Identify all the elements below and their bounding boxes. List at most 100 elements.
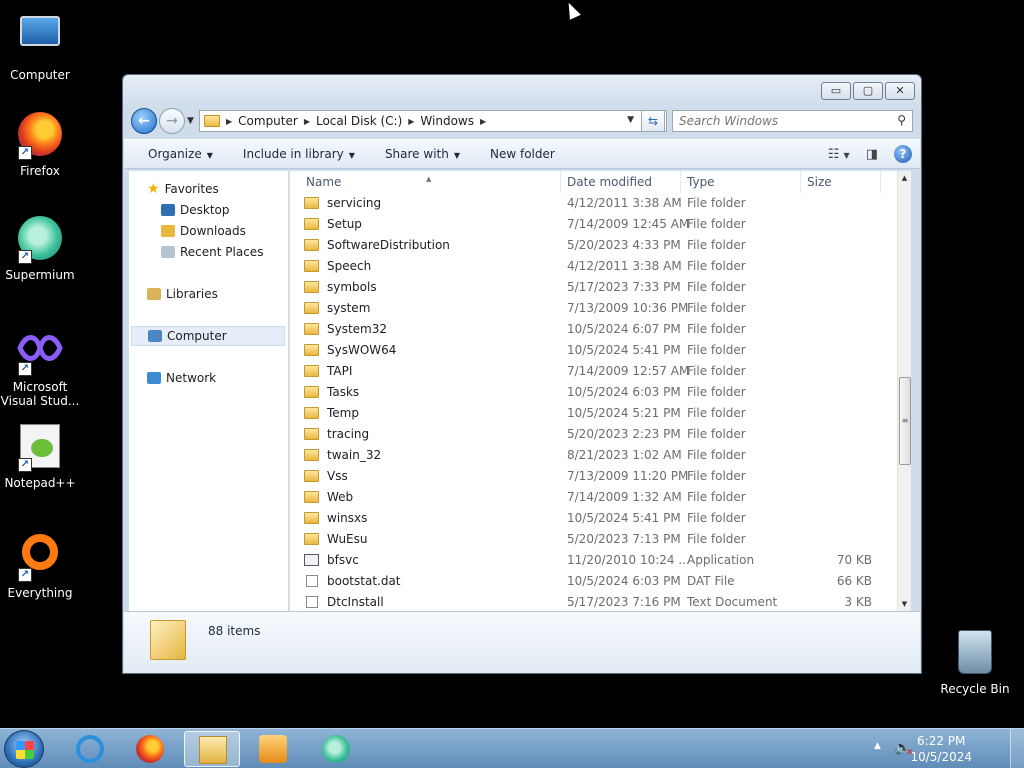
column-header-date-modified[interactable]: Date modified: [567, 175, 652, 189]
table-row[interactable]: SoftwareDistribution 5/20/2023 4:33 PM Fil…: [290, 235, 899, 256]
nav-item-recent-places[interactable]: Recent Places: [161, 242, 263, 262]
organize-button[interactable]: Organize ▼: [148, 147, 213, 161]
breadcrumb-separator-icon[interactable]: ▶: [304, 117, 310, 126]
minimize-button[interactable]: ▭: [821, 82, 851, 100]
share-with-button[interactable]: Share with ▼: [385, 147, 460, 161]
desktop-icon-firefox[interactable]: ↗ Firefox: [0, 112, 80, 178]
breadcrumb-item-local-disk[interactable]: Local Disk (C:): [316, 114, 402, 128]
nav-item-network[interactable]: Network: [147, 368, 216, 388]
taskbar-firefox[interactable]: [122, 731, 178, 767]
table-row[interactable]: Vss 7/13/2009 11:20 PM File folder: [290, 466, 899, 487]
show-hidden-icons-icon[interactable]: ▲: [874, 741, 881, 751]
forward-button[interactable]: →: [159, 108, 185, 134]
breadcrumb-separator-icon[interactable]: ▶: [408, 117, 414, 126]
scroll-up-icon[interactable]: ▲: [898, 171, 911, 185]
file-type: File folder: [687, 448, 746, 462]
table-row[interactable]: system 7/13/2009 10:36 PM File folder: [290, 298, 899, 319]
table-row[interactable]: bootstat.dat 10/5/2024 6:03 PM DAT File 66 …: [290, 571, 899, 592]
table-row[interactable]: tracing 5/20/2023 2:23 PM File folder: [290, 424, 899, 445]
table-row[interactable]: symbols 5/17/2023 7:33 PM File folder: [290, 277, 899, 298]
new-folder-button[interactable]: New folder: [490, 147, 555, 161]
change-view-button[interactable]: ☷ ▼: [828, 147, 850, 162]
table-row[interactable]: DtcInstall 5/17/2023 7:16 PM Text Document…: [290, 592, 899, 613]
breadcrumb-item-windows[interactable]: Windows: [420, 114, 474, 128]
file-name: bootstat.dat: [327, 574, 401, 588]
table-row[interactable]: Web 7/14/2009 1:32 AM File folder: [290, 487, 899, 508]
desktop-icon-label: Firefox: [20, 164, 60, 178]
desktop-icon-visual-studio[interactable]: ↗ Microsoft Visual Stud...: [0, 328, 80, 408]
column-header-type[interactable]: Type: [687, 175, 715, 189]
table-row[interactable]: Setup 7/14/2009 12:45 AM File folder: [290, 214, 899, 235]
desktop-icon-notepad-plus-plus[interactable]: ↗ Notepad++: [0, 424, 80, 490]
application-icon: [304, 554, 319, 566]
file-type: File folder: [687, 343, 746, 357]
column-divider[interactable]: [880, 171, 881, 193]
search-icon[interactable]: ⚲: [897, 113, 906, 127]
breadcrumb-separator-icon[interactable]: ▶: [226, 117, 232, 126]
folder-icon: [304, 470, 319, 482]
table-row[interactable]: TAPI 7/14/2009 12:57 AM File folder: [290, 361, 899, 382]
nav-item-computer[interactable]: Computer: [131, 326, 285, 346]
column-divider[interactable]: [680, 171, 681, 193]
column-headers: ▲ Name Date modified Type Size: [290, 171, 899, 193]
table-row[interactable]: Temp 10/5/2024 5:21 PM File folder: [290, 403, 899, 424]
nav-item-desktop[interactable]: Desktop: [161, 200, 230, 220]
window-controls: ▭ ▢ ✕: [821, 82, 915, 100]
desktop-icon-everything[interactable]: ↗ Everything: [0, 528, 80, 600]
table-row[interactable]: bfsvc 11/20/2010 10:24 ... Application 70 K…: [290, 550, 899, 571]
file-name: TAPI: [327, 364, 353, 378]
refresh-button[interactable]: ⇆: [641, 110, 665, 132]
start-button[interactable]: [4, 730, 44, 768]
file-date: 5/20/2023 2:23 PM: [567, 427, 681, 441]
taskbar-windows-explorer[interactable]: [184, 731, 240, 767]
search-input[interactable]: [673, 111, 883, 131]
chevron-down-icon: ▼: [348, 151, 355, 160]
table-row[interactable]: winsxs 10/5/2024 5:41 PM File folder: [290, 508, 899, 529]
nav-item-downloads[interactable]: Downloads: [161, 221, 246, 241]
taskbar-supermium[interactable]: [308, 731, 364, 767]
recent-pages-dropdown[interactable]: ▼: [187, 116, 194, 126]
table-row[interactable]: WuEsu 5/20/2023 7:13 PM File folder: [290, 529, 899, 550]
table-row[interactable]: Tasks 10/5/2024 6:03 PM File folder: [290, 382, 899, 403]
taskbar-internet-explorer[interactable]: [62, 731, 118, 767]
table-row[interactable]: SysWOW64 10/5/2024 5:41 PM File folder: [290, 340, 899, 361]
scrollbar-thumb[interactable]: ≡: [899, 377, 911, 465]
scroll-down-icon[interactable]: ▼: [898, 597, 911, 611]
include-in-library-button[interactable]: Include in library ▼: [243, 147, 355, 161]
maximize-button[interactable]: ▢: [853, 82, 883, 100]
file-name: Vss: [327, 469, 348, 483]
windows-logo-icon: [16, 741, 34, 759]
taskbar-media-player[interactable]: [245, 731, 301, 767]
nav-item-libraries[interactable]: Libraries: [147, 284, 218, 304]
clock[interactable]: 6:22 PM 10/5/2024: [910, 733, 972, 765]
desktop-icon-recycle-bin[interactable]: Recycle Bin: [935, 630, 1015, 696]
desktop-icon-label: Everything: [7, 586, 73, 600]
column-header-name[interactable]: Name: [306, 175, 341, 189]
title-bar[interactable]: ▭ ▢ ✕: [123, 75, 921, 109]
help-icon[interactable]: ?: [894, 145, 912, 163]
desktop-icon-supermium[interactable]: ↗ Supermium: [0, 216, 80, 282]
column-divider[interactable]: [560, 171, 561, 193]
breadcrumb-separator-icon[interactable]: ▶: [480, 117, 486, 126]
breadcrumb-item-computer[interactable]: Computer: [238, 114, 298, 128]
column-divider[interactable]: [800, 171, 801, 193]
nav-item-favorites[interactable]: ★ Favorites: [147, 179, 219, 199]
desktop-icon-computer[interactable]: Computer: [0, 10, 80, 82]
table-row[interactable]: System32 10/5/2024 6:07 PM File folder: [290, 319, 899, 340]
address-history-dropdown[interactable]: ▼: [627, 115, 634, 125]
preview-pane-button[interactable]: ◨: [866, 147, 878, 162]
back-button[interactable]: ←: [131, 108, 157, 134]
file-name: Temp: [327, 406, 359, 420]
address-bar[interactable]: ▶ Computer ▶ Local Disk (C:) ▶ Windows ▶…: [199, 110, 667, 132]
column-header-size[interactable]: Size: [807, 175, 832, 189]
close-button[interactable]: ✕: [885, 82, 915, 100]
table-row[interactable]: Speech 4/12/2011 3:38 AM File folder: [290, 256, 899, 277]
file-date: 7/14/2009 12:45 AM: [567, 217, 690, 231]
file-date: 11/20/2010 10:24 ...: [567, 553, 690, 567]
show-desktop-button[interactable]: [1010, 729, 1024, 768]
desktop-icon-label: Recycle Bin: [940, 682, 1010, 696]
table-row[interactable]: twain_32 8/21/2023 1:02 AM File folder: [290, 445, 899, 466]
table-row[interactable]: servicing 4/12/2011 3:38 AM File folder: [290, 193, 899, 214]
vertical-scrollbar[interactable]: ▲ ≡ ▼: [897, 171, 911, 611]
visual-studio-icon: ↗: [16, 328, 64, 376]
